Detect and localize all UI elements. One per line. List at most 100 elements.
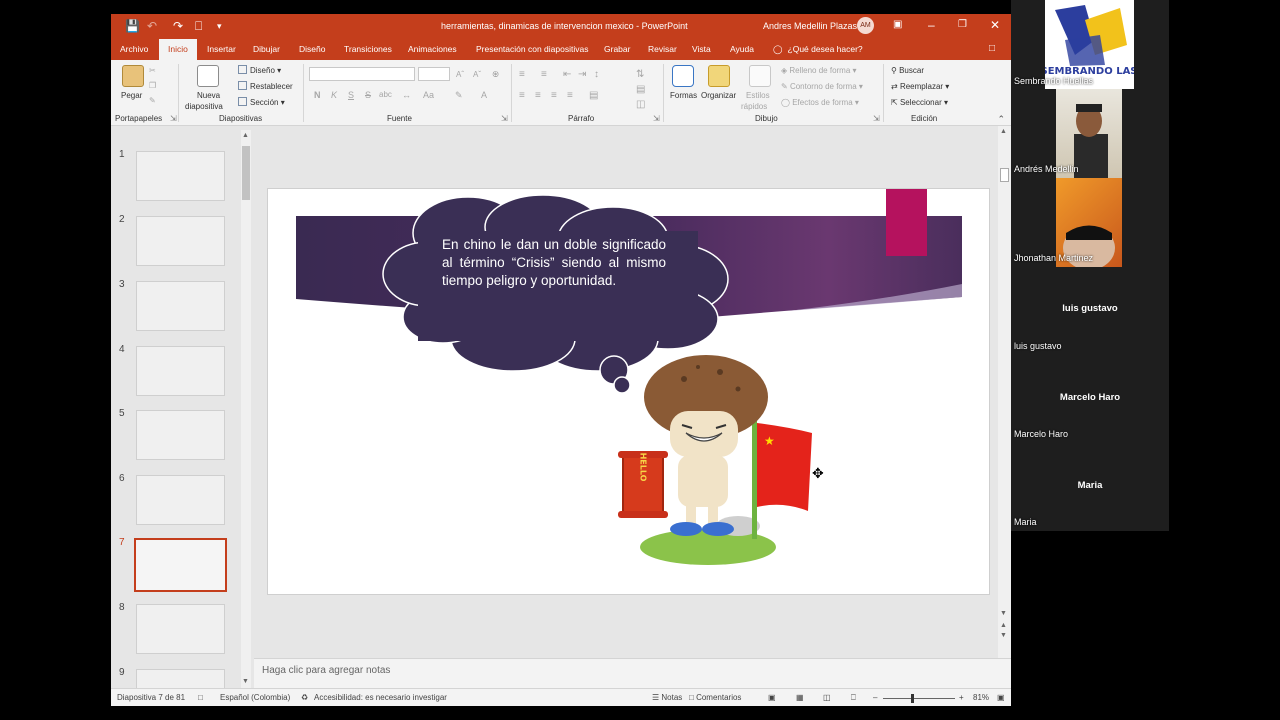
- arrange-icon[interactable]: [708, 65, 730, 87]
- slideshow-icon[interactable]: ⎕: [851, 693, 856, 703]
- reset-button[interactable]: Restablecer: [238, 81, 293, 92]
- bubble-text[interactable]: En chino le dan un doble significado al …: [442, 236, 666, 290]
- smartart-icon[interactable]: ◫: [636, 99, 645, 110]
- spacing-dropdown-icon[interactable]: ↔: [402, 90, 411, 100]
- normal-view-icon[interactable]: ▣: [768, 693, 776, 702]
- char-spacing-button[interactable]: abc: [379, 90, 392, 99]
- thumbnails-scrollbar[interactable]: ▲ ▼: [241, 130, 251, 688]
- increase-indent-icon[interactable]: ⇥: [578, 69, 586, 80]
- bold-button[interactable]: N: [314, 90, 321, 100]
- participant-tile[interactable]: luis gustavo luis gustavo: [1011, 267, 1169, 355]
- font-size-input[interactable]: [418, 67, 450, 81]
- layout-button[interactable]: Diseño ▾: [238, 65, 281, 76]
- tell-me-search[interactable]: ◯ ¿Qué desea hacer?: [773, 44, 863, 55]
- scroll-thumb[interactable]: [242, 146, 250, 200]
- shapes-button[interactable]: Formas: [670, 90, 697, 101]
- scroll-thumb[interactable]: [1000, 168, 1009, 182]
- align-text-icon[interactable]: ▤: [636, 84, 645, 95]
- scroll-down-icon[interactable]: ▼: [1000, 610, 1007, 617]
- minimize-icon[interactable]: –: [928, 18, 935, 32]
- new-slide-label-1[interactable]: Nueva: [197, 90, 220, 101]
- numbering-icon[interactable]: ≡: [541, 69, 547, 80]
- highlight-icon[interactable]: ✎: [455, 90, 463, 101]
- scroll-up-icon[interactable]: ▲: [242, 132, 249, 139]
- save-icon[interactable]: 💾: [125, 19, 140, 33]
- paste-button[interactable]: Pegar: [121, 90, 142, 101]
- new-slide-label-2[interactable]: diapositiva: [185, 101, 223, 112]
- shape-effects-button[interactable]: ◯ Efectos de forma ▾: [781, 97, 859, 108]
- section-button[interactable]: Sección ▾: [238, 97, 285, 108]
- participant-tile[interactable]: Jhonathan Martinez: [1011, 178, 1169, 267]
- language-status[interactable]: Español (Colombia): [220, 693, 290, 702]
- find-button[interactable]: ⚲ Buscar: [891, 65, 924, 76]
- tab-archivo[interactable]: Archivo: [120, 44, 148, 54]
- spellcheck-icon[interactable]: □: [198, 693, 203, 702]
- tab-insertar[interactable]: Insertar: [207, 44, 236, 54]
- shapes-icon[interactable]: [672, 65, 694, 87]
- decrease-indent-icon[interactable]: ⇤: [563, 69, 571, 80]
- scroll-up-icon[interactable]: ▲: [1000, 128, 1007, 135]
- format-painter-icon[interactable]: ✎: [149, 95, 156, 106]
- line-spacing-icon[interactable]: ↕: [594, 69, 599, 80]
- tab-ayuda[interactable]: Ayuda: [730, 44, 754, 54]
- ribbon-display-icon[interactable]: ▣: [893, 18, 902, 32]
- slide-thumbnail-9[interactable]: [136, 669, 225, 688]
- tab-dibujar[interactable]: Dibujar: [253, 44, 280, 54]
- slide-thumbnail-4[interactable]: [136, 346, 225, 396]
- accessibility-icon[interactable]: ♻: [301, 693, 308, 702]
- avatar[interactable]: AM: [857, 17, 874, 34]
- notes-pane[interactable]: Haga clic para agregar notas: [254, 658, 1011, 688]
- copy-icon[interactable]: ❐: [149, 80, 156, 91]
- columns-icon[interactable]: ▤: [589, 90, 598, 101]
- zoom-slider[interactable]: [883, 698, 955, 699]
- tab-animaciones[interactable]: Animaciones: [408, 44, 457, 54]
- slide-thumbnail-2[interactable]: [136, 216, 225, 266]
- restore-icon[interactable]: ❐: [958, 18, 967, 32]
- justify-icon[interactable]: ≡: [567, 90, 573, 101]
- zoom-slider-thumb[interactable]: [911, 694, 914, 703]
- participant-tile[interactable]: Andrés Medellin: [1011, 89, 1169, 178]
- bullets-icon[interactable]: ≡: [519, 69, 525, 80]
- quick-styles-icon[interactable]: [749, 65, 771, 87]
- slide-thumbnail-1[interactable]: [136, 151, 225, 201]
- redo-icon[interactable]: ↷: [173, 19, 183, 33]
- tab-revisar[interactable]: Revisar: [648, 44, 677, 54]
- notes-placeholder[interactable]: Haga clic para agregar notas: [262, 665, 390, 676]
- close-icon[interactable]: ✕: [990, 18, 1000, 32]
- strikethrough-button[interactable]: S: [365, 90, 371, 100]
- paste-icon[interactable]: [122, 65, 144, 87]
- align-center-icon[interactable]: ≡: [535, 90, 541, 101]
- slide-thumbnail-6[interactable]: [136, 475, 225, 525]
- participant-tile[interactable]: Marcelo Haro Marcelo Haro: [1011, 355, 1169, 443]
- new-slide-icon[interactable]: [197, 65, 219, 87]
- tab-vista[interactable]: Vista: [692, 44, 711, 54]
- shape-outline-button[interactable]: ✎ Contorno de forma ▾: [781, 81, 863, 92]
- tab-diseno[interactable]: Diseño: [299, 44, 325, 54]
- zoom-level[interactable]: 81%: [973, 693, 989, 702]
- tab-presentacion[interactable]: Presentación con diapositivas: [476, 44, 588, 54]
- arrange-button[interactable]: Organizar: [701, 90, 736, 101]
- tab-grabar[interactable]: Grabar: [604, 44, 630, 54]
- customize-qat-icon[interactable]: ▾: [217, 19, 222, 33]
- shrink-font-icon[interactable]: Aˇ: [473, 69, 481, 80]
- underline-button[interactable]: S: [348, 90, 354, 100]
- scroll-down-icon[interactable]: ▼: [242, 678, 249, 685]
- shape-fill-button[interactable]: ◈ Relleno de forma ▾: [781, 65, 857, 76]
- quick-styles-label-2[interactable]: rápidos: [741, 101, 767, 112]
- slide-sorter-icon[interactable]: ▦: [796, 693, 804, 702]
- font-color-button[interactable]: A: [481, 90, 487, 100]
- drawing-launcher-icon[interactable]: ⇲: [873, 114, 880, 123]
- collapse-ribbon-icon[interactable]: ⌃: [997, 114, 1005, 125]
- zoom-out-icon[interactable]: –: [873, 693, 877, 702]
- next-slide-icon[interactable]: ▼: [1000, 632, 1007, 639]
- user-name[interactable]: Andres Medellin Plazas: [763, 21, 857, 31]
- dialog-launcher-icon[interactable]: ⇲: [170, 114, 177, 123]
- undo-icon[interactable]: ↶: [147, 19, 157, 33]
- reading-view-icon[interactable]: ◫: [823, 693, 831, 702]
- comments-icon[interactable]: □: [989, 43, 995, 54]
- font-launcher-icon[interactable]: ⇲: [501, 114, 508, 123]
- slide-thumbnail-3[interactable]: [136, 281, 225, 331]
- tab-inicio[interactable]: Inicio: [159, 39, 197, 60]
- quick-styles-label-1[interactable]: Estilos: [746, 90, 770, 101]
- current-slide[interactable]: ★ HELLO En chino le dan un doble signifi…: [267, 188, 990, 595]
